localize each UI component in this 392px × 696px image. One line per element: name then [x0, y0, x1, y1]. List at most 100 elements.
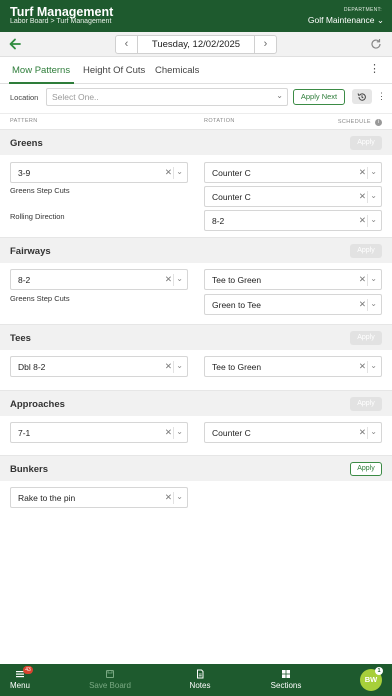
select-divider	[367, 215, 368, 227]
next-day-button[interactable]: ›	[254, 36, 276, 53]
info-icon[interactable]: i	[375, 119, 382, 126]
breadcrumb-item-turf-management: Turf Management	[56, 18, 112, 25]
apply-button[interactable]: Apply	[350, 462, 382, 476]
clear-icon[interactable]: ✕	[359, 191, 366, 202]
chevron-down-icon: ⌄	[276, 91, 283, 100]
app-title: Turf Management	[10, 5, 114, 19]
tab-height-of-cuts[interactable]: Height Of Cuts	[83, 57, 149, 84]
section-title: Tees	[10, 333, 31, 344]
clear-icon[interactable]: ✕	[359, 299, 366, 310]
pattern-select[interactable]: 3-9 ✕ ⌄	[10, 162, 188, 183]
apply-button[interactable]: Apply	[350, 244, 382, 258]
chevron-down-icon: ⌄	[370, 299, 377, 308]
pattern-value: 3-9	[18, 168, 31, 178]
previous-day-button[interactable]: ‹	[116, 36, 138, 53]
apply-button[interactable]: Apply	[350, 397, 382, 411]
history-button[interactable]	[352, 89, 372, 104]
apply-next-button[interactable]: Apply Next	[293, 89, 345, 105]
avatar-badge: 1	[375, 667, 383, 675]
nav-sections[interactable]: Sections	[264, 664, 308, 696]
step-cuts-value: Green to Tee	[212, 300, 261, 310]
rolling-direction-label: Rolling Direction	[10, 212, 65, 221]
more-vertical-icon[interactable]: ⋮	[369, 64, 380, 75]
more-vertical-icon[interactable]: ⋮	[377, 92, 386, 101]
tab-chemicals[interactable]: Chemicals	[155, 57, 205, 84]
column-rotation: ROTATION	[204, 118, 235, 124]
location-bar: Location Select One.. ⌄ Apply Next ⋮	[0, 84, 392, 110]
clear-icon[interactable]: ✕	[165, 427, 172, 438]
breadcrumb-item-labor-board[interactable]: Labor Board	[10, 18, 49, 25]
rotation-select[interactable]: Tee to Green ✕ ⌄	[204, 356, 382, 377]
rotation-value: Tee to Green	[212, 275, 262, 285]
current-date[interactable]: Tuesday, 12/02/2025	[138, 36, 254, 53]
rotation-value: Tee to Green	[212, 362, 262, 372]
rolling-direction-value: 8-2	[212, 216, 225, 226]
rotation-value: Counter C	[212, 168, 251, 178]
clear-icon[interactable]: ✕	[359, 361, 366, 372]
refresh-icon[interactable]	[370, 38, 382, 50]
department-selector[interactable]: Golf Maintenance ⌄	[308, 15, 384, 26]
notes-icon	[197, 669, 204, 679]
column-headers: PATTERN ROTATION SCHEDULE i	[0, 113, 392, 129]
clear-icon[interactable]: ✕	[359, 215, 366, 226]
chevron-down-icon: ⌄	[176, 274, 183, 283]
step-cuts-label: Greens Step Cuts	[10, 294, 70, 303]
section-title: Bunkers	[10, 464, 49, 475]
chevron-down-icon: ⌄	[176, 492, 183, 501]
section-title: Approaches	[10, 399, 65, 410]
pattern-select[interactable]: Dbl 8-2 ✕ ⌄	[10, 356, 188, 377]
clear-icon[interactable]: ✕	[359, 167, 366, 178]
chevron-down-icon: ⌄	[370, 191, 377, 200]
clear-icon[interactable]: ✕	[359, 427, 366, 438]
chevron-down-icon: ⌄	[376, 15, 384, 25]
pattern-select[interactable]: Rake to the pin ✕ ⌄	[10, 487, 188, 508]
clear-icon[interactable]: ✕	[359, 274, 366, 285]
chevron-down-icon: ⌄	[370, 274, 377, 283]
location-select[interactable]: Select One.. ⌄	[46, 88, 288, 106]
column-schedule: SCHEDULE	[337, 119, 371, 125]
pattern-select[interactable]: 8-2 ✕ ⌄	[10, 269, 188, 290]
nav-notes-label: Notes	[189, 681, 211, 690]
clear-icon[interactable]: ✕	[165, 361, 172, 372]
section-title: Greens	[10, 138, 43, 149]
chevron-right-icon: ›	[263, 38, 268, 50]
nav-save-board[interactable]: Save Board	[80, 664, 140, 696]
apply-button[interactable]: Apply	[350, 331, 382, 345]
tab-bar: Mow Patterns Height Of Cuts Chemicals ⋮	[0, 57, 392, 84]
rotation-select[interactable]: Counter C ✕ ⌄	[204, 422, 382, 443]
section-greens: Greens Apply	[0, 129, 392, 155]
nav-save-board-label: Save Board	[89, 681, 131, 690]
clear-icon[interactable]: ✕	[165, 167, 172, 178]
select-divider	[367, 274, 368, 286]
chevron-down-icon: ⌄	[370, 167, 377, 176]
step-cuts-select[interactable]: Green to Tee ✕ ⌄	[204, 294, 382, 315]
pattern-select[interactable]: 7-1 ✕ ⌄	[10, 422, 188, 443]
back-button[interactable]	[8, 37, 22, 51]
rotation-select[interactable]: Tee to Green ✕ ⌄	[204, 269, 382, 290]
menu-badge: 43	[23, 666, 33, 674]
clear-icon[interactable]: ✕	[165, 492, 172, 503]
grid-icon	[282, 670, 290, 678]
clear-icon[interactable]: ✕	[165, 274, 172, 285]
rolling-direction-select[interactable]: 8-2 ✕ ⌄	[204, 210, 382, 231]
section-approaches: Approaches Apply	[0, 390, 392, 416]
section-tees: Tees Apply	[0, 324, 392, 350]
nav-menu[interactable]: 43 Menu	[0, 664, 40, 696]
section-fairways: Fairways Apply	[0, 237, 392, 263]
select-divider	[367, 299, 368, 311]
chevron-down-icon: ⌄	[370, 427, 377, 436]
select-divider	[173, 492, 174, 504]
select-divider	[367, 167, 368, 179]
location-label: Location	[10, 93, 39, 102]
rotation-select[interactable]: Counter C ✕ ⌄	[204, 162, 382, 183]
nav-notes[interactable]: Notes	[180, 664, 220, 696]
nav-menu-label: Menu	[9, 681, 30, 690]
tab-mow-patterns[interactable]: Mow Patterns	[9, 57, 74, 84]
breadcrumb-separator: >	[50, 18, 55, 25]
select-divider	[173, 361, 174, 373]
pattern-value: 8-2	[18, 275, 31, 285]
department-value: Golf Maintenance	[307, 15, 375, 25]
apply-button[interactable]: Apply	[350, 136, 382, 150]
pattern-value: Rake to the pin	[18, 493, 76, 503]
step-cuts-select[interactable]: Counter C ✕ ⌄	[204, 186, 382, 207]
